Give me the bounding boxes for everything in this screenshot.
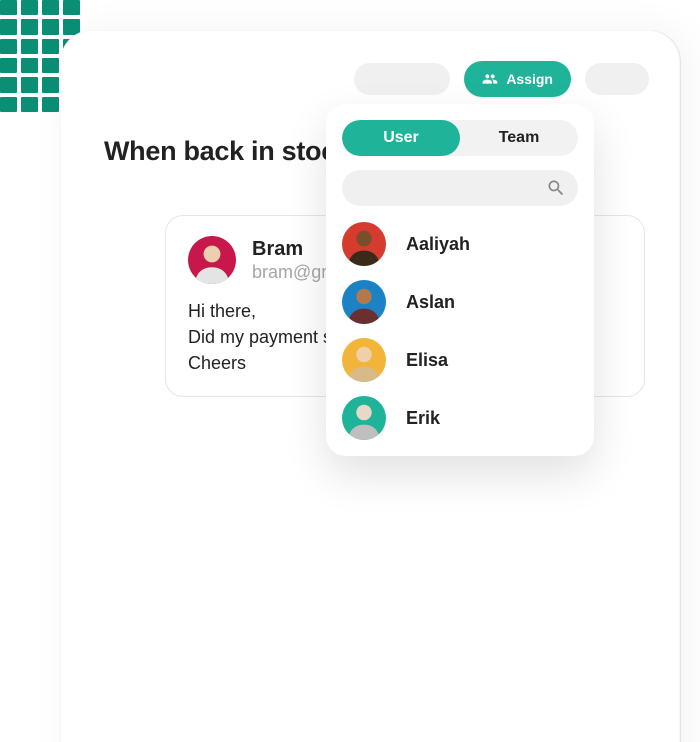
user-row[interactable]: Elisa [342,338,578,382]
person-icon [342,396,386,440]
person-icon [342,338,386,382]
user-row[interactable]: Erik [342,396,578,440]
page-title: When back in stock [104,136,351,167]
avatar [342,222,386,266]
avatar [342,338,386,382]
assign-popover: User Team Aaliyah Aslan [326,104,594,456]
person-icon [188,236,236,284]
avatar [342,396,386,440]
segmented-control: User Team [342,120,578,156]
person-icon [342,222,386,266]
toolbar-action-placeholder [585,63,649,95]
user-row[interactable]: Aaliyah [342,222,578,266]
people-icon [482,71,498,87]
user-name: Erik [406,408,440,429]
avatar [342,280,386,324]
user-list: Aaliyah Aslan Elisa Erik [342,222,578,440]
tab-user[interactable]: User [342,120,460,156]
tab-team[interactable]: Team [460,120,578,156]
user-row[interactable]: Aslan [342,280,578,324]
toolbar-action-placeholder [354,63,450,95]
avatar [188,236,236,284]
search-input[interactable] [342,170,578,206]
person-icon [342,280,386,324]
user-name: Elisa [406,350,448,371]
search-icon [546,178,566,198]
assign-button[interactable]: Assign [464,61,571,97]
user-name: Aslan [406,292,455,313]
search-field[interactable] [342,170,578,206]
assign-button-label: Assign [506,71,553,87]
toolbar: Assign [354,61,649,97]
user-name: Aaliyah [406,234,470,255]
